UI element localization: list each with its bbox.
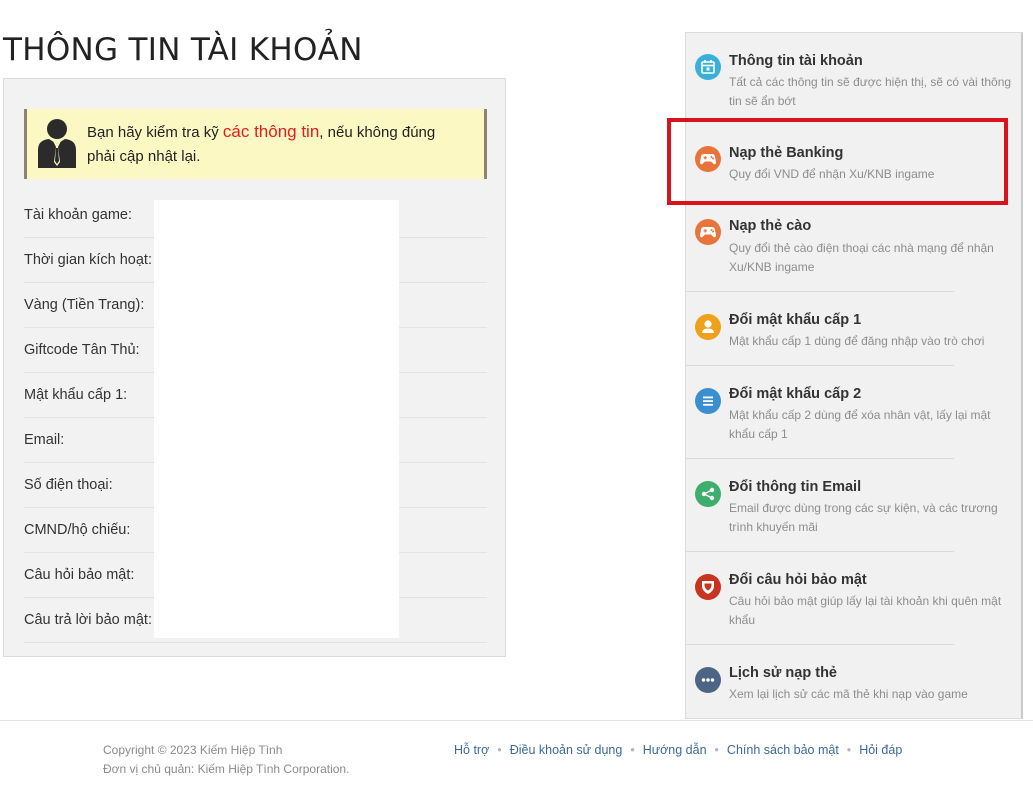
footer-link-guide[interactable]: Hướng dẫn xyxy=(643,743,707,757)
sidebar-item-change-security-question[interactable]: Đổi câu hỏi bảo mật Câu hỏi bảo mật giúp… xyxy=(686,552,1001,645)
account-info-panel: Bạn hãy kiểm tra kỹ các thông tin, nếu k… xyxy=(3,78,506,657)
field-label: Số điện thoại: xyxy=(24,477,113,493)
footer-link-faq[interactable]: Hỏi đáp xyxy=(859,743,902,757)
notice-text-before: Bạn hãy kiểm tra kỹ xyxy=(87,124,223,141)
highlight-box xyxy=(667,118,1008,205)
footer-links: Hỗ trợ • Điều khoản sử dụng • Hướng dẫn • Chín… xyxy=(454,743,902,757)
footer-divider xyxy=(0,720,1033,721)
sidebar-item-title: Thông tin tài khoản xyxy=(729,53,863,69)
sidebar-item-title: Đổi mật khẩu cấp 2 xyxy=(729,386,862,402)
shield-icon xyxy=(695,574,721,600)
separator-dot: • xyxy=(630,743,635,757)
more-icon xyxy=(695,667,721,693)
sidebar-item-title: Đổi thông tin Email xyxy=(729,479,862,495)
field-label: Mật khẩu cấp 1: xyxy=(24,387,128,403)
footer-link-support[interactable]: Hỗ trợ xyxy=(454,743,489,757)
calendar-icon xyxy=(695,54,721,80)
sidebar-item-desc: Tất cả các thông tin sẽ được hiện thị, s… xyxy=(729,75,1012,108)
separator-dot: • xyxy=(497,743,502,757)
field-label: Thời gian kích hoạt: xyxy=(24,252,152,268)
field-label: Vàng (Tiền Trang): xyxy=(24,297,145,313)
sidebar-item-title: Nạp thẻ cào xyxy=(729,218,812,234)
sidebar-item-title: Lịch sử nạp thẻ xyxy=(729,665,837,681)
field-label: Câu hỏi bảo mật: xyxy=(24,567,135,583)
sidebar-item-title: Đổi mật khẩu cấp 1 xyxy=(729,312,862,328)
menu-icon xyxy=(695,388,721,414)
sidebar-item-title: Đổi câu hỏi bảo mật xyxy=(729,572,867,588)
field-label: Giftcode Tân Thủ: xyxy=(24,342,140,358)
separator-dot: • xyxy=(846,743,852,757)
sidebar-item-change-email[interactable]: Đổi thông tin Email Email được dùng tron… xyxy=(686,459,998,552)
notice-highlight: các thông tin xyxy=(222,122,320,141)
sidebar-item-desc: Xem lại lịch sử các mã thẻ khi nạp vào g… xyxy=(729,687,968,701)
gamepad-icon xyxy=(695,219,721,245)
footer-link-privacy[interactable]: Chính sách bảo mật xyxy=(727,743,839,757)
sidebar-item-desc: Mật khẩu cấp 2 dùng để xóa nhân vật, lấy… xyxy=(729,408,991,441)
sidebar-item-desc: Quy đổi thẻ cào điện thoại các nhà mạng … xyxy=(729,241,994,274)
user-icon xyxy=(695,314,721,340)
separator-dot: • xyxy=(714,743,719,757)
sidebar-item-scratch-card-topup[interactable]: Nạp thẻ cào Quy đổi thẻ cào điện thoại c… xyxy=(686,205,994,292)
field-label: Tài khoản game: xyxy=(24,207,133,223)
sidebar-item-desc: Câu hỏi bảo mật giúp lấy lại tài khoản k… xyxy=(729,594,1002,627)
field-label: Email: xyxy=(24,432,65,448)
footer-owner: Đơn vị chủ quản: Kiếm Hiệp Tình Corporat… xyxy=(103,762,350,776)
page-title: THÔNG TIN TÀI KHOẢN xyxy=(3,32,363,68)
notice-box: Bạn hãy kiểm tra kỹ các thông tin, nếu k… xyxy=(24,109,487,179)
field-label: CMND/hộ chiếu: xyxy=(24,522,131,538)
share-icon xyxy=(695,481,721,507)
user-avatar-icon xyxy=(38,119,76,168)
footer-copyright: Copyright © 2023 Kiếm Hiệp Tình xyxy=(103,743,283,757)
field-label: Câu trả lời bảo mật: xyxy=(24,612,152,628)
footer-link-terms[interactable]: Điều khoản sử dụng xyxy=(510,743,623,757)
sidebar-item-desc: Mật khẩu cấp 1 dùng để đăng nhập vào trò… xyxy=(729,334,985,348)
sidebar-item-change-password-1[interactable]: Đổi mật khẩu cấp 1 Mật khẩu cấp 1 dùng đ… xyxy=(686,292,984,366)
sidebar-item-topup-history[interactable]: Lịch sử nạp thẻ Xem lại lịch sử các mã t… xyxy=(686,645,968,719)
sidebar-item-account-info[interactable]: Thông tin tài khoản Tất cả các thông tin… xyxy=(686,33,1011,119)
sidebar-item-desc: Email được dùng trong các sự kiện, và cá… xyxy=(729,501,998,534)
notice-text: Bạn hãy kiểm tra kỹ các thông tin, nếu k… xyxy=(87,120,462,169)
sidebar-item-change-password-2[interactable]: Đổi mật khẩu cấp 2 Mật khẩu cấp 2 dùng đ… xyxy=(686,366,991,459)
field-values-area xyxy=(154,200,399,638)
